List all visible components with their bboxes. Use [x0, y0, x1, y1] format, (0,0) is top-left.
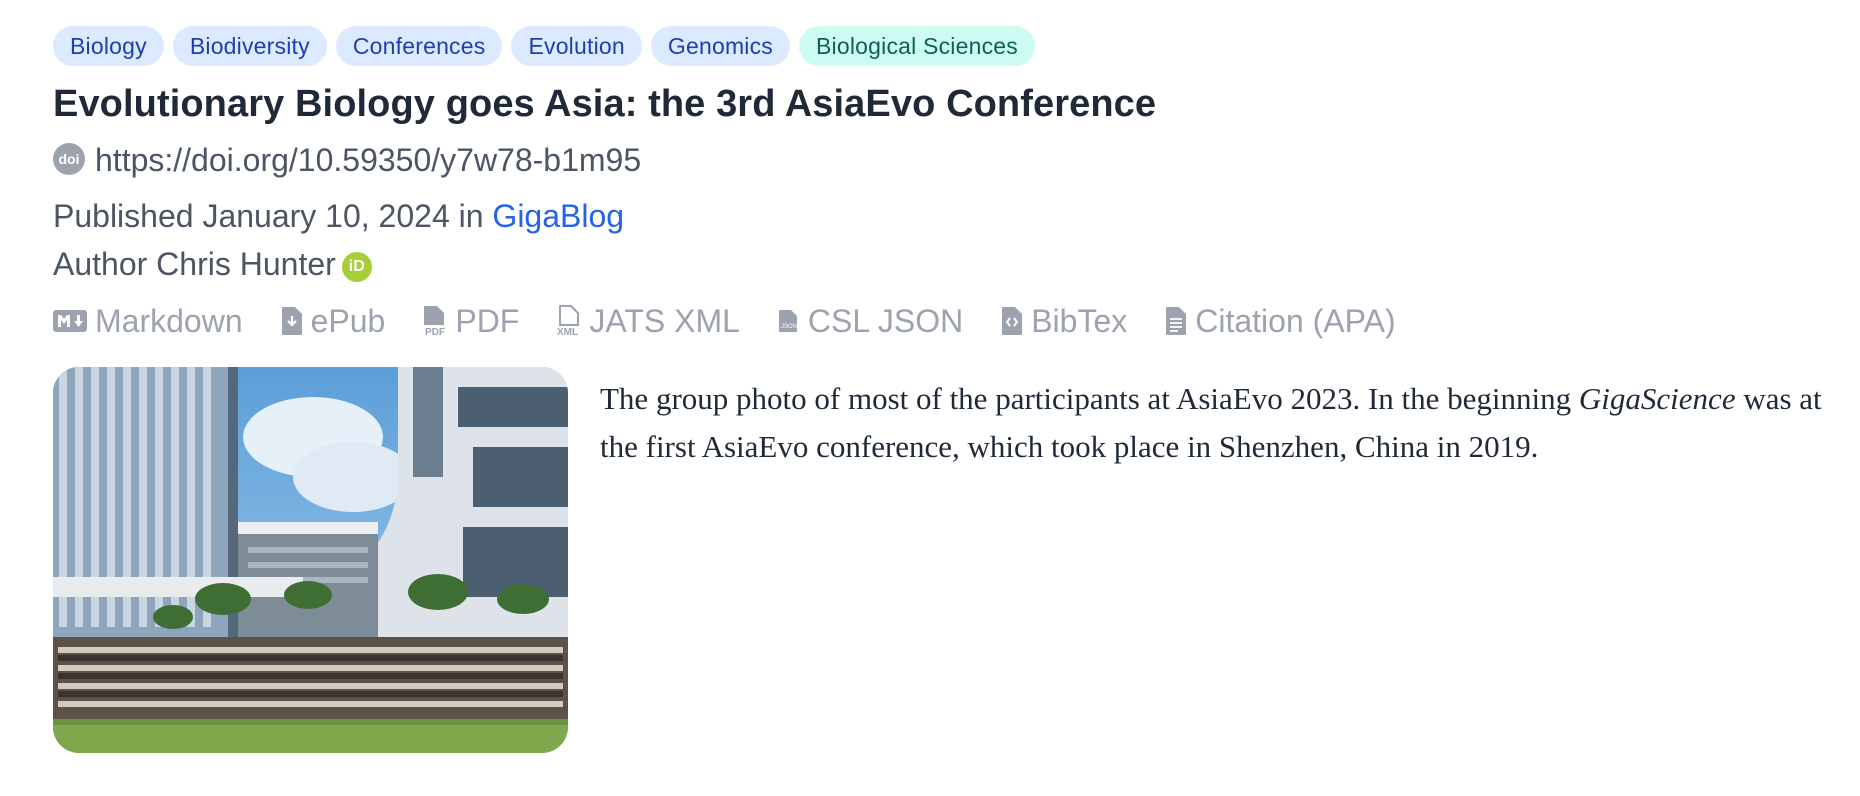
epub-icon [281, 307, 302, 335]
author-name[interactable]: Chris Hunter [156, 244, 336, 284]
published-line: Published January 10, 2024 in GigaBlog [53, 196, 1853, 236]
blog-link[interactable]: GigaBlog [492, 198, 624, 234]
svg-text:XML: XML [557, 327, 578, 337]
format-links: Markdown ePub PDF PDF XML JATS XML JSON … [53, 299, 1853, 343]
published-date: January 10, 2024 [202, 198, 450, 234]
published-prefix: Published [53, 198, 194, 234]
xml-icon: XML [557, 305, 580, 337]
citation-icon [1166, 307, 1187, 335]
author-prefix: Author [53, 246, 148, 282]
doi-icon: doi [53, 143, 85, 175]
caption-part1: The group photo of most of the participa… [600, 381, 1572, 416]
orcid-icon[interactable]: iD [341, 252, 372, 282]
format-markdown-label: Markdown [95, 302, 243, 339]
doi-link[interactable]: https://doi.org/10.59350/y7w78-b1m95 [95, 142, 641, 179]
group-photo [53, 367, 568, 753]
author-line: Author Chris Hunter iD [53, 244, 1853, 284]
markdown-icon [53, 310, 87, 332]
format-jats-xml[interactable]: XML JATS XML [557, 303, 740, 340]
doi-row: doi https://doi.org/10.59350/y7w78-b1m95 [53, 141, 1853, 179]
post-header: Biology Biodiversity Conferences Evoluti… [53, 26, 1853, 753]
format-pdf[interactable]: PDF PDF [423, 303, 519, 340]
bibtex-icon [1002, 307, 1023, 335]
format-jats-xml-label: JATS XML [589, 302, 740, 339]
format-pdf-label: PDF [455, 302, 520, 339]
tag-evolution[interactable]: Evolution [511, 26, 642, 66]
format-markdown[interactable]: Markdown [53, 303, 243, 340]
format-bibtex-label: BibTex [1031, 302, 1128, 339]
format-csl-json[interactable]: JSON CSL JSON [778, 303, 963, 340]
page-title: Evolutionary Biology goes Asia: the 3rd … [53, 83, 1157, 125]
tag-genomics[interactable]: Genomics [650, 26, 791, 66]
tag-list: Biology Biodiversity Conferences Evoluti… [53, 26, 1853, 66]
tag-biological-sciences[interactable]: Biological Sciences [799, 26, 1035, 66]
published-in: in [458, 198, 484, 234]
featured-section: The group photo of most of the participa… [53, 367, 1853, 753]
tag-conferences[interactable]: Conferences [335, 26, 503, 66]
format-epub-label: ePub [310, 302, 386, 339]
svg-text:PDF: PDF [425, 327, 445, 337]
format-citation-apa[interactable]: Citation (APA) [1165, 302, 1396, 340]
format-epub[interactable]: ePub [281, 302, 386, 340]
svg-text:JSON: JSON [781, 324, 797, 330]
format-citation-apa-label: Citation (APA) [1195, 302, 1396, 339]
pdf-icon: PDF [424, 306, 445, 337]
format-bibtex[interactable]: BibTex [1001, 303, 1127, 340]
format-csl-json-label: CSL JSON [807, 302, 964, 339]
tag-biology[interactable]: Biology [53, 26, 164, 66]
tag-biodiversity[interactable]: Biodiversity [172, 26, 327, 66]
json-icon: JSON [778, 310, 797, 332]
caption-italic: GigaScience [1578, 381, 1736, 416]
photo-caption: The group photo of most of the participa… [600, 375, 1853, 753]
